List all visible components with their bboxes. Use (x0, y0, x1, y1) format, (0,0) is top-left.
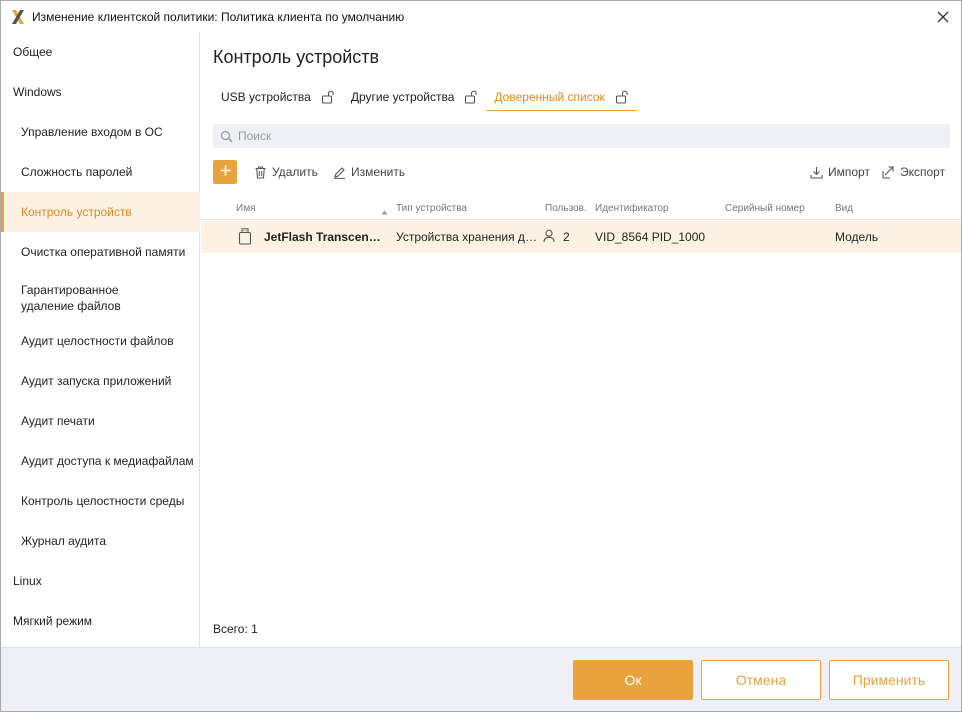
usb-drive-icon (238, 228, 252, 248)
sidebar-item-label: Журнал аудита (21, 534, 107, 548)
tab-label: Другие устройства (350, 90, 455, 104)
export-label: Экспорт (900, 165, 946, 179)
ok-button[interactable]: Ок (573, 660, 693, 700)
sidebar-item-label: Аудит целостности файлов (21, 334, 174, 348)
sidebar-item-print-audit[interactable]: Аудит печати (1, 401, 200, 441)
close-icon[interactable] (933, 7, 953, 27)
sidebar: Общее Windows Управление входом в ОС Сло… (1, 32, 200, 647)
sidebar-item-label: Аудит доступа к медиафайлам (21, 454, 194, 468)
tab-label: USB устройства (221, 90, 311, 104)
sidebar-item-label: Аудит запуска приложений (21, 374, 172, 388)
main-panel: Контроль устройств USB устройства Другие… (201, 32, 961, 647)
import-button[interactable]: Импорт (810, 160, 870, 184)
column-header-serial[interactable]: Серийный номер (725, 203, 805, 214)
page-title: Контроль устройств (213, 47, 380, 67)
pencil-icon (333, 166, 346, 179)
sidebar-item-memory-cleanup[interactable]: Очистка оперативной памяти (1, 232, 200, 272)
sidebar-item-label: Контроль целостности среды (21, 494, 185, 508)
sidebar-item-label: Контроль устройств (21, 205, 132, 219)
sidebar-item-app-launch-audit[interactable]: Аудит запуска приложений (1, 361, 200, 401)
sidebar-item-label: Гарантированное удаление файлов (21, 283, 121, 313)
sidebar-item-label: Сложность паролей (21, 165, 133, 179)
sidebar-item-audit-log[interactable]: Журнал аудита (1, 521, 200, 561)
import-label: Импорт (828, 165, 870, 179)
title-bar: Изменение клиентской политики: Политика … (1, 1, 961, 32)
tab-other-devices[interactable]: Другие устройства (343, 83, 487, 111)
sidebar-item-windows[interactable]: Windows (1, 72, 200, 112)
column-header-device-type[interactable]: Тип устройства (396, 203, 467, 214)
cell-users-count: 2 (563, 230, 570, 244)
tab-bar: USB устройства Другие устройства Доверен… (213, 83, 638, 111)
column-header-name[interactable]: Имя (236, 203, 255, 214)
table-header: Имя Тип устройства Пользов. Идентификато… (201, 200, 961, 220)
lock-icon[interactable] (615, 90, 629, 104)
table-row[interactable]: JetFlash Transcend 3... Устройства хране… (201, 221, 961, 253)
cell-identifier: VID_8564 PID_1000 (595, 230, 706, 244)
sidebar-item-label: Linux (13, 574, 42, 588)
sidebar-item-login-control[interactable]: Управление входом в ОС (1, 112, 200, 152)
cell-kind: Модель (835, 230, 879, 244)
user-icon (543, 229, 555, 246)
column-header-identifier[interactable]: Идентификатор (595, 203, 669, 214)
search-box[interactable] (213, 124, 950, 148)
sidebar-item-linux[interactable]: Linux (1, 561, 200, 601)
export-icon (882, 165, 895, 179)
sidebar-item-device-control[interactable]: Контроль устройств (1, 192, 200, 232)
search-icon (220, 130, 233, 143)
sidebar-item-media-access-audit[interactable]: Аудит доступа к медиафайлам (1, 441, 200, 481)
sidebar-item-environment-integrity[interactable]: Контроль целостности среды (1, 481, 200, 521)
sidebar-item-label: Аудит печати (21, 414, 95, 428)
toolbar: Удалить Изменить Импорт Экспорт (213, 160, 950, 184)
sidebar-item-general[interactable]: Общее (1, 32, 200, 72)
cell-name: JetFlash Transcend 3... (264, 230, 386, 244)
dialog-footer: Ок Отмена Применить (1, 647, 961, 711)
sort-ascending-icon[interactable] (381, 204, 388, 218)
column-header-users[interactable]: Пользов. (545, 203, 587, 214)
trash-icon (254, 165, 267, 179)
tab-label: Доверенный список (494, 90, 605, 104)
plus-icon (220, 165, 231, 179)
sidebar-item-soft-mode[interactable]: Мягкий режим (1, 601, 200, 641)
app-logo-icon (10, 9, 26, 25)
sidebar-item-label: Мягкий режим (13, 614, 93, 628)
sidebar-item-file-integrity-audit[interactable]: Аудит целостности файлов (1, 321, 200, 361)
column-header-kind[interactable]: Вид (835, 203, 853, 214)
edit-button[interactable]: Изменить (333, 160, 405, 184)
delete-button[interactable]: Удалить (254, 160, 318, 184)
lock-icon[interactable] (321, 90, 335, 104)
export-button[interactable]: Экспорт (882, 160, 945, 184)
add-button[interactable] (213, 160, 237, 184)
total-count: Всего: 1 (213, 622, 258, 636)
sidebar-item-secure-delete[interactable]: Гарантированное удаление файлов (1, 272, 200, 324)
sidebar-item-label: Общее (13, 45, 53, 59)
delete-label: Удалить (272, 165, 318, 179)
tab-trusted-list[interactable]: Доверенный список (486, 83, 638, 111)
dialog-window: Изменение клиентской политики: Политика … (0, 0, 962, 712)
tab-usb-devices[interactable]: USB устройства (213, 83, 343, 111)
lock-icon[interactable] (464, 90, 478, 104)
sidebar-item-label: Очистка оперативной памяти (21, 245, 186, 259)
sidebar-item-label: Windows (13, 85, 62, 99)
window-title: Изменение клиентской политики: Политика … (32, 9, 405, 24)
sidebar-item-password-complexity[interactable]: Сложность паролей (1, 152, 200, 192)
search-input[interactable] (238, 129, 928, 143)
cancel-button[interactable]: Отмена (701, 660, 821, 700)
sidebar-item-label: Управление входом в ОС (21, 125, 163, 139)
cell-device-type: Устройства хранения да... (396, 230, 538, 244)
import-icon (810, 166, 823, 179)
edit-label: Изменить (351, 165, 406, 179)
apply-button[interactable]: Применить (829, 660, 949, 700)
